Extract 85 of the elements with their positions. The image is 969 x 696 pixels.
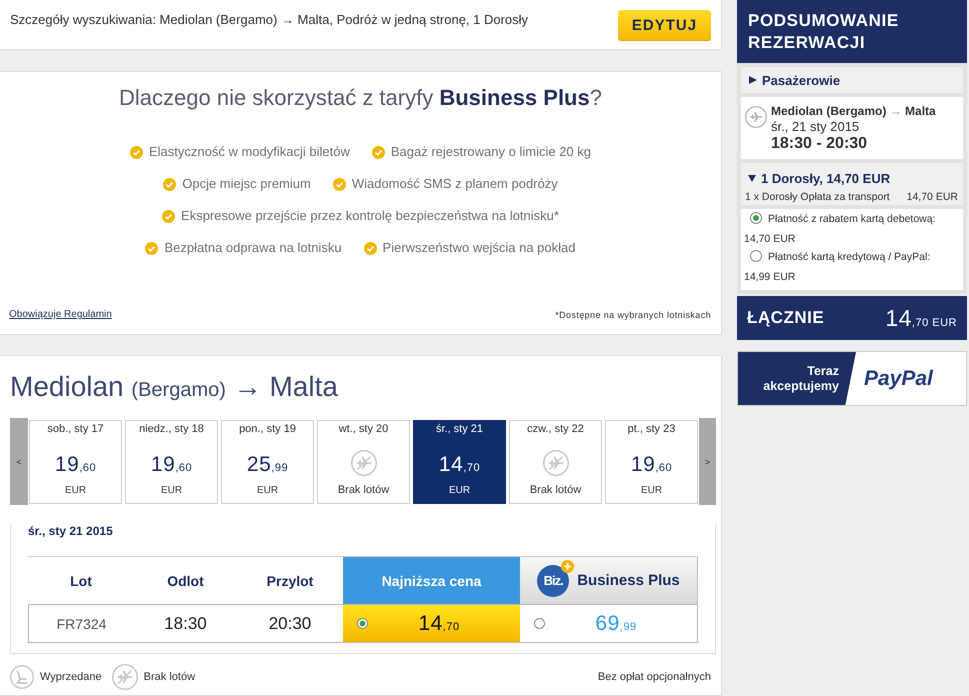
passengers-toggle[interactable]: Pasażerowie [741,67,963,93]
check-icon [332,178,346,190]
currency-label: EUR [640,484,662,496]
payment-amount: 14,70 EUR [744,232,796,247]
date-label: śr., sty 21 [436,422,484,436]
fare-price: 14,70 [417,612,461,636]
selected-date-label: śr., sty 21 2015 [28,524,114,538]
date-tile[interactable]: pt., sty 23 19,60 EUR [605,420,698,504]
check-icon [162,210,176,222]
no-flights-label: Brak lotów [338,482,390,496]
date-tile[interactable]: śr., sty 21 14,70 EUR [413,420,506,504]
radio-button[interactable] [357,618,368,629]
date-tile[interactable]: wt., sty 20 Brak lotów [317,420,410,504]
route-text: Mediolan (Bergamo) → Malta [771,103,936,119]
radio-button[interactable] [750,250,762,262]
currency-label: EUR [64,484,86,496]
feature-text: Bagaż rejestrowany o limicie 20 kg [390,143,591,161]
currency-label: EUR [160,484,182,496]
next-button[interactable]: > [699,418,716,505]
payment-amount: 14,99 EUR [744,270,796,285]
date-tile[interactable]: sob., sty 17 19,60 EUR [29,420,122,504]
legend-label: Wyprzedane [40,671,102,683]
table-header-cell: Najniższa cena [343,556,520,604]
table-cell: FR7324 [28,604,134,643]
legend-label: Brak lotów [144,671,196,683]
radio-button[interactable] [534,618,545,629]
check-icon [130,146,143,158]
seat-icon [10,665,34,689]
feature-text: Wiadomość SMS z planem podróży [352,175,558,193]
edit-button[interactable]: EDYTUJ [618,10,711,41]
passenger-toggle[interactable]: 1 Dorosły, 14,70 EUR [745,169,958,187]
check-icon [364,242,377,254]
fees-note: Bez opłat opcjonalnych [598,671,711,683]
date-tile[interactable]: pon., sty 19 25,99 EUR [221,420,314,504]
terms-link[interactable]: Obowiązuje Regulamin [9,308,112,322]
plus-icon [561,560,574,572]
date-tile[interactable]: niedz., sty 18 19,60 EUR [125,420,218,504]
date-label: czw., sty 22 [527,422,584,436]
plane-icon [745,106,767,128]
summary-header: PODSUMOWANIE REZERWACJI [737,0,967,63]
currency-label: EUR [256,484,278,496]
feature-text: Ekspresowe przejście przez kontrolę bezpieczeństwa na lotnisku* [181,207,559,225]
feature-text: Opcje miejsc premium [182,175,311,193]
date-label: sob., sty 17 [47,422,104,436]
currency-label: EUR [448,484,470,496]
tile-price: 19,60 [54,452,96,478]
no-flights-icon [350,450,376,476]
total-label: ŁĄCZNIE [747,308,824,328]
banner-text: Teraz akceptujemy [762,364,839,394]
check-icon [145,242,158,254]
radio-button[interactable] [750,212,762,224]
paypal-logo: PayPal [864,366,933,390]
date-label: pon., sty 19 [239,422,296,436]
no-flights-label: Brak lotów [530,482,582,496]
header-label: Business Plus [577,572,680,589]
payment-option-label: Płatność z rabatem kartą debetową: [768,213,936,225]
date-label: pt., sty 23 [628,422,676,436]
feature-text: Bezpłatna odprawa na lotnisku [164,239,342,257]
tile-price: 19,60 [630,452,672,478]
prev-button[interactable]: < [10,418,28,505]
fare-price: 69,99 [594,612,638,636]
flight-time: 18:30 - 20:30 [771,135,868,153]
route-title: Mediolan (Bergamo) → Malta [10,370,339,404]
no-flights-icon [112,664,138,690]
fee-description: 1 x Dorosły Opłata za transport [745,190,890,204]
tile-price: 19,60 [150,452,192,478]
check-icon [372,146,385,158]
tile-price: 25,99 [246,452,288,478]
table-cell: 18:30 [134,604,237,643]
date-tile[interactable]: czw., sty 22 Brak lotów [509,420,602,504]
footnote-text: *Dostępne na wybranych lotniskach [555,309,711,322]
feature-text: Elastyczność w modyfikacji biletów [148,143,350,161]
tile-price: 14,70 [438,452,480,478]
date-label: niedz., sty 18 [139,422,204,436]
check-icon [163,178,176,190]
promo-title: Dlaczego nie skorzystać z taryfy Business Plus? [119,84,602,112]
flight-date: śr., 21 sty 2015 [771,119,860,135]
fee-amount: 14,70 EUR [906,190,958,204]
payment-option-label: Płatność kartą kredytową / PayPal: [768,251,930,263]
feature-text: Pierwszeństwo wejścia na pokład [382,239,576,257]
no-flights-icon [542,450,568,476]
search-summary-text: Szczegóły wyszukiwania: Mediolan (Bergamo) → Malta, Podróż w jedną stronę, 1 Dorosły [10,11,528,28]
biz-logo: Biz. [537,564,570,596]
total-amount: 14,70 EUR [885,304,957,332]
date-label: wt., sty 20 [338,422,388,436]
